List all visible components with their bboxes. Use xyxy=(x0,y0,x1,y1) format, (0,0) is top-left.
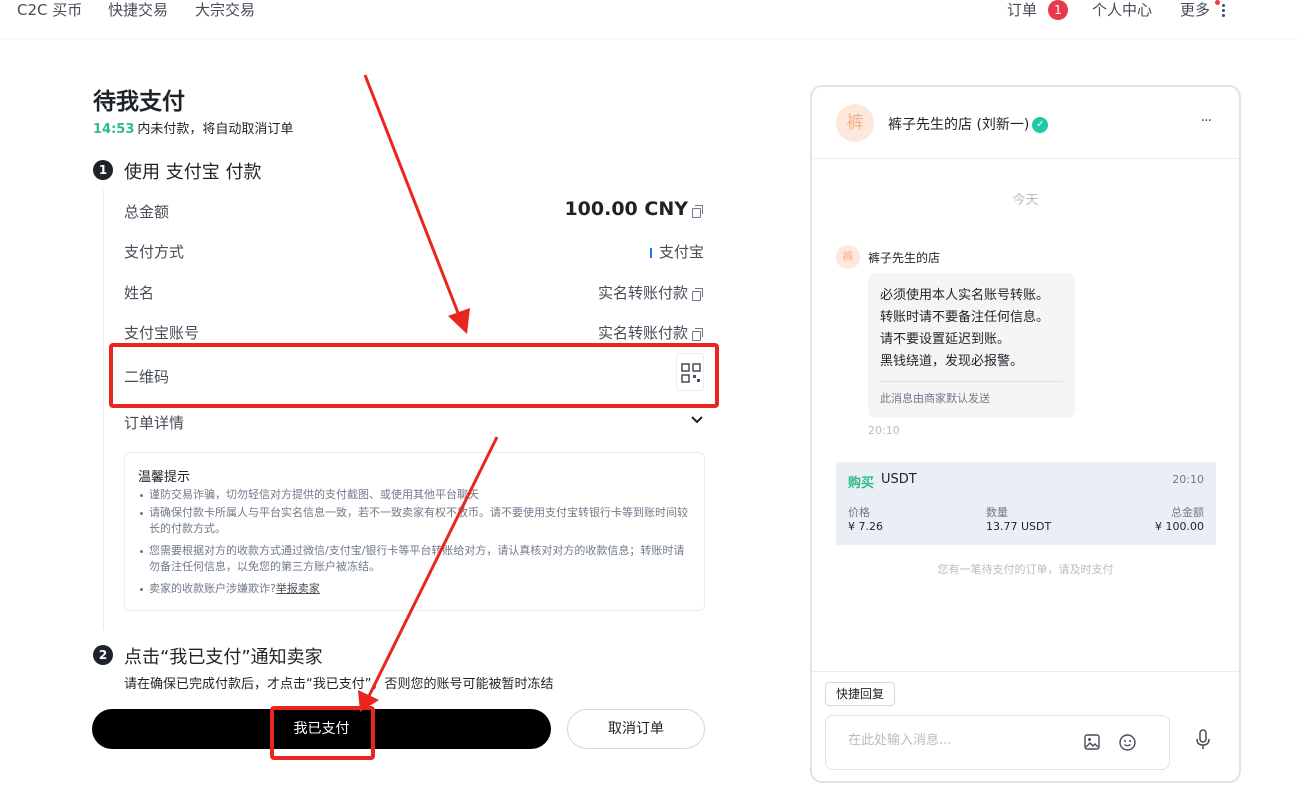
auto-message-note: 此消息由商家默认发送 xyxy=(880,392,990,405)
shop-name-row: 裤子先生的店 (刘新一) xyxy=(888,114,1049,134)
microphone-icon[interactable] xyxy=(1193,729,1213,751)
nav-more[interactable]: 更多 xyxy=(1180,0,1210,20)
order-side: 购买 xyxy=(848,476,875,491)
more-vertical-icon[interactable] xyxy=(1219,1,1227,19)
step-1-title: 使用 支付宝 付款 xyxy=(124,162,262,183)
annotation-highlight-qr xyxy=(109,343,719,408)
message-line: 请不要设置延迟到账。 xyxy=(880,332,1011,347)
message-line: 黑钱绕道，发现必报警。 xyxy=(880,354,1024,369)
alipay-marker-icon xyxy=(649,247,652,258)
alipay-account-row: 实名转账付款 xyxy=(598,322,704,343)
payment-method-label: 支付方式 xyxy=(124,243,185,261)
total-label: 总金额 xyxy=(1171,506,1204,519)
tips-title: 温馨提示 xyxy=(138,470,191,485)
cancel-order-button[interactable]: 取消订单 xyxy=(567,709,705,749)
message-line: 转账时请不要备注任何信息。 xyxy=(880,310,1050,325)
price-label: 价格 xyxy=(848,506,870,519)
quantity-label: 数量 xyxy=(986,506,1008,519)
total-value: ¥ 100.00 xyxy=(1155,520,1204,533)
nav-quick-trade[interactable]: 快捷交易 xyxy=(108,0,168,20)
tip-item: 谨防交易诈骗，切勿轻信对方提供的支付截图、或使用其他平台聊天 xyxy=(140,487,688,503)
step-2-description: 请在确保已完成付款后，才点击“我已支付”，否则您的账号可能被暂时冻结 xyxy=(124,677,554,692)
page-title: 待我支付 xyxy=(93,89,185,115)
message-bubble: 必须使用本人实名账号转账。 转账时请不要备注任何信息。 请不要设置延迟到账。 黑… xyxy=(868,273,1075,418)
tip-item: 您需要根据对方的收款方式通过微信/支付宝/银行卡等平台转账给对方，请认真核对对方… xyxy=(140,543,688,575)
quantity-value: 13.77 USDT xyxy=(986,520,1052,533)
chat-menu-icon[interactable]: ··· xyxy=(1201,113,1212,129)
name-value: 实名转账付款 xyxy=(597,284,688,302)
chat-input-divider xyxy=(812,671,1239,672)
chat-date-label: 今天 xyxy=(1012,193,1039,208)
copy-icon[interactable] xyxy=(692,287,704,301)
report-seller-link[interactable]: 举报卖家 xyxy=(276,582,320,595)
tips-box: 温馨提示 谨防交易诈骗，切勿轻信对方提供的支付截图、或使用其他平台聊天 请确保付… xyxy=(124,452,705,611)
step-2-title: 点击“我已支付”通知卖家 xyxy=(124,647,323,668)
payment-method-value: 支付宝 xyxy=(658,243,704,261)
nav-c2c-buy[interactable]: C2C 买币 xyxy=(17,0,82,20)
top-navbar: C2C 买币 快捷交易 大宗交易 订单 1 个人中心 更多 xyxy=(0,0,1299,38)
shop-avatar: 裤 xyxy=(836,104,874,142)
countdown-time: 14:53 xyxy=(93,122,135,137)
quick-reply-button[interactable]: 快捷回复 xyxy=(825,682,896,706)
payment-countdown: 14:53 内未付款，将自动取消订单 xyxy=(93,118,293,137)
chat-header: 裤 裤子先生的店 (刘新一) ··· xyxy=(812,87,1239,159)
alipay-account-label: 支付宝账号 xyxy=(124,324,200,342)
total-amount-value: 100.00 CNY xyxy=(564,198,688,220)
annotation-highlight-paid xyxy=(270,706,375,760)
tip-item: 请确保付款卡所属人与平台实名信息一致，若不一致卖家有权不放币。请不要使用支付宝转… xyxy=(140,505,688,537)
step-1-number: 1 xyxy=(93,160,113,180)
verified-icon xyxy=(1032,117,1049,133)
name-label: 姓名 xyxy=(124,284,155,302)
copy-icon[interactable] xyxy=(692,204,704,218)
nav-bulk-trade[interactable]: 大宗交易 xyxy=(195,0,255,20)
image-upload-icon[interactable] xyxy=(1084,734,1100,750)
copy-icon[interactable] xyxy=(692,327,704,341)
countdown-text: 内未付款，将自动取消订单 xyxy=(137,122,294,137)
pending-order-hint: 您有一笔待支付的订单，请及时支付 xyxy=(937,563,1114,576)
sender-avatar: 裤 xyxy=(836,245,860,269)
step-2-number: 2 xyxy=(93,645,113,665)
chevron-down-icon[interactable] xyxy=(690,414,704,426)
total-amount-row: 100.00 CNY xyxy=(564,198,704,220)
message-time: 20:10 xyxy=(868,424,900,437)
alipay-account-value: 实名转账付款 xyxy=(597,324,688,342)
total-amount-label: 总金额 xyxy=(124,203,170,221)
order-summary-card[interactable]: 购买 USDT 20:10 价格 ¥ 7.26 数量 13.77 USDT 总金… xyxy=(836,462,1216,545)
sender-name: 裤子先生的店 xyxy=(868,251,941,265)
shop-name[interactable]: 裤子先生的店 (刘新一) xyxy=(888,117,1029,133)
price-value: ¥ 7.26 xyxy=(848,520,883,533)
nav-profile[interactable]: 个人中心 xyxy=(1092,0,1152,20)
message-input[interactable] xyxy=(848,733,1068,748)
orders-count-badge: 1 xyxy=(1048,0,1068,20)
step-connector-line xyxy=(103,190,104,630)
payment-method-row: 支付宝 xyxy=(649,241,704,262)
message-line: 必须使用本人实名账号转账。 xyxy=(880,288,1050,303)
message-input-box xyxy=(825,715,1170,770)
name-row: 实名转账付款 xyxy=(598,282,704,303)
order-coin: USDT xyxy=(881,472,917,487)
bubble-divider xyxy=(880,381,1063,382)
order-time: 20:10 xyxy=(1172,473,1204,486)
order-details-label[interactable]: 订单详情 xyxy=(124,412,184,433)
chat-panel: 裤 裤子先生的店 (刘新一) ··· 今天 裤 裤子先生的店 必须使用本人实名账… xyxy=(810,85,1241,783)
nav-orders[interactable]: 订单 xyxy=(1007,0,1037,20)
tip-item: 卖家的收款账户涉嫌欺诈?举报卖家 xyxy=(140,581,688,597)
emoji-icon[interactable] xyxy=(1119,734,1136,751)
